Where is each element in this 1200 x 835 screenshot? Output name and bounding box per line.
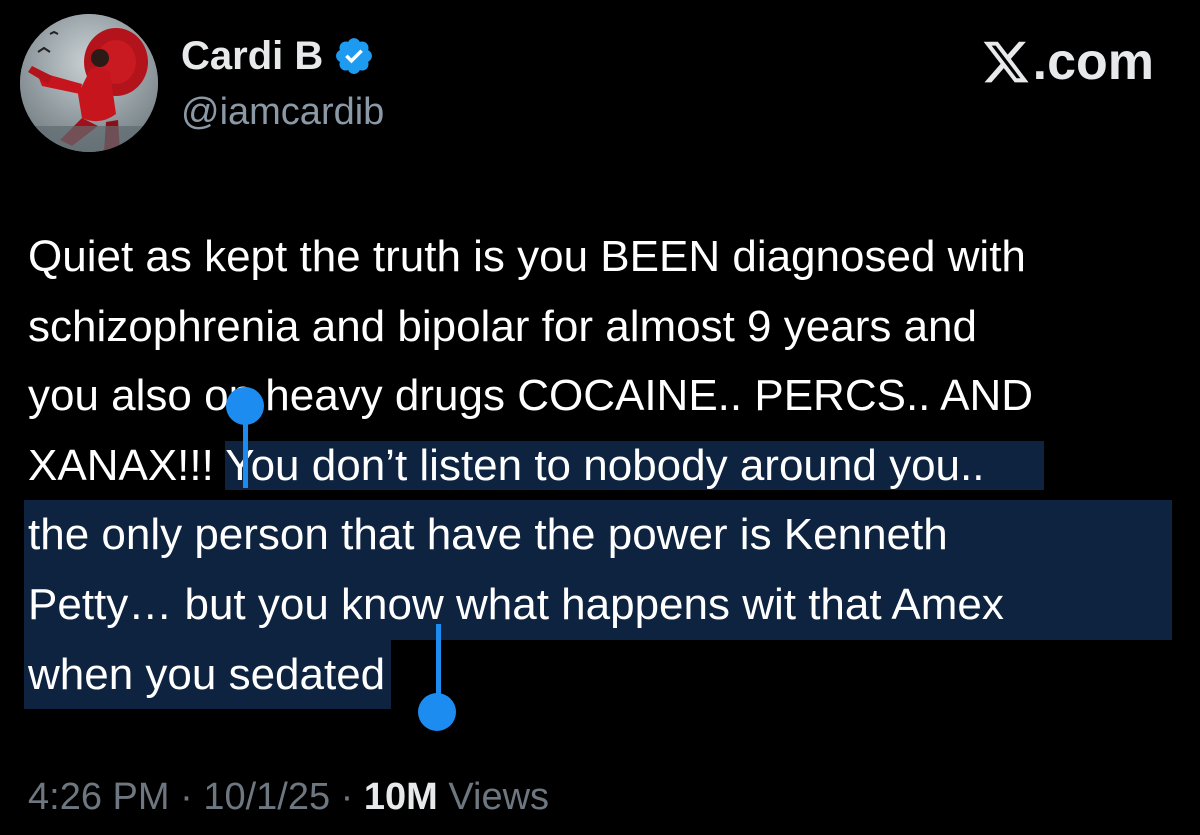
- selected-text: when you sedated: [24, 639, 392, 710]
- selection-end-cursor[interactable]: [436, 624, 441, 696]
- views-count: 10M: [363, 776, 438, 818]
- verified-badge-icon: [333, 35, 375, 77]
- tweet-time[interactable]: 4:26 PM: [28, 776, 170, 818]
- brand-logo: .com: [981, 32, 1154, 92]
- tweet-meta: 4:26 PM · 10/1/25 · 10M Views: [28, 770, 549, 824]
- tweet-date[interactable]: 10/1/25: [203, 776, 330, 818]
- selection-end-handle[interactable]: [418, 693, 456, 731]
- tweet-line: XANAX!!! You don’t listen to nobody arou…: [28, 431, 1188, 501]
- avatar[interactable]: [20, 14, 158, 152]
- tweet-line: Quiet as kept the truth is you BEEN diag…: [28, 232, 1026, 281]
- tweet-line-unselected: XANAX!!!: [28, 440, 226, 490]
- meta-separator: ·: [340, 776, 354, 818]
- tweet-text[interactable]: Quiet as kept the truth is you BEEN diag…: [24, 222, 1188, 710]
- selected-text: Petty… but you know what happens wit tha…: [24, 569, 1172, 640]
- author-name[interactable]: Cardi B: [181, 30, 375, 82]
- tweet-line: when you sedated: [24, 639, 1188, 710]
- x-logo-icon: [981, 37, 1031, 87]
- selected-text: the only person that have the power is K…: [24, 500, 1172, 570]
- author-name-text[interactable]: Cardi B: [181, 30, 323, 82]
- meta-separator: ·: [180, 776, 193, 818]
- tweet-line: you also on heavy drugs COCAINE.. PERCS.…: [28, 371, 1034, 421]
- tweet-line: schizophrenia and bipolar for almost 9 y…: [28, 301, 977, 351]
- author-handle[interactable]: @iamcardib: [181, 88, 384, 136]
- selection-start-cursor[interactable]: [243, 416, 248, 488]
- views-label: Views: [448, 776, 550, 818]
- avatar-image: [20, 14, 158, 152]
- selected-text: You don’t listen to nobody around you..: [225, 440, 1045, 490]
- brand-label: .com: [1032, 33, 1154, 91]
